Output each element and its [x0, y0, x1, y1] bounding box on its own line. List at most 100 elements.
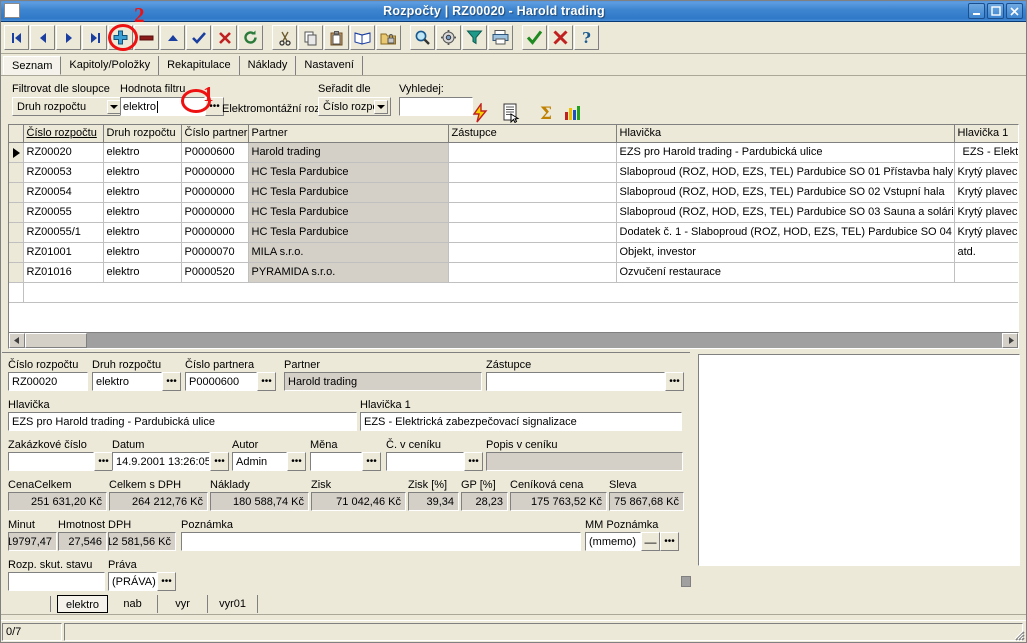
table-row[interactable]: RZ00055 elektro P0000000 HC Tesla Pardub… — [9, 202, 1018, 222]
input-mena[interactable] — [310, 452, 362, 471]
zakazkove-cislo-ellipsis-button[interactable]: ••• — [94, 452, 113, 471]
bottom-tab-vyr01[interactable]: vyr01 — [208, 595, 258, 613]
table-row[interactable]: RZ01016 elektro P0000520 PYRAMIDA s.r.o.… — [9, 262, 1018, 282]
post-edit-button[interactable] — [186, 25, 211, 50]
mm-poznamka-ellipsis-button[interactable]: ••• — [660, 532, 679, 551]
input-c-v-ceniku[interactable] — [386, 452, 464, 471]
input-zakazkove-cislo[interactable] — [8, 452, 94, 471]
input-zastupce[interactable] — [486, 372, 665, 391]
mm-poznamka-clear-button[interactable]: — — [641, 532, 660, 551]
autor-ellipsis-button[interactable]: ••• — [287, 452, 306, 471]
refresh-button[interactable] — [238, 25, 263, 50]
input-rozp-skut-stavu[interactable] — [8, 572, 105, 591]
prev-record-button[interactable] — [30, 25, 55, 50]
datum-ellipsis-button[interactable]: ••• — [210, 452, 229, 471]
filter-value-input[interactable]: elektro — [120, 97, 205, 116]
cancel-edit-button[interactable] — [212, 25, 237, 50]
tab-rekapitulace[interactable]: Rekapitulace — [159, 56, 240, 75]
prava-ellipsis-button[interactable]: ••• — [157, 572, 176, 591]
chevron-down-icon[interactable] — [107, 100, 121, 114]
paste-button[interactable] — [324, 25, 349, 50]
row-indicator-1[interactable] — [9, 162, 23, 182]
book-button[interactable] — [350, 25, 375, 50]
bottom-tab-nab[interactable]: nab — [108, 595, 158, 613]
tab-kapitoly-polozky[interactable]: Kapitoly/Položky — [61, 56, 159, 75]
input-cislo-partnera[interactable]: P0000600 — [185, 372, 257, 391]
grid-horizontal-scrollbar[interactable] — [8, 332, 1019, 349]
tab-seznam[interactable]: Seznam — [3, 56, 61, 75]
col-header-cislo-rozpoctu[interactable]: Číslo rozpočtu — [23, 125, 103, 142]
chart-icon-button[interactable] — [562, 103, 582, 126]
input-cislo-rozpoctu[interactable]: RZ00020 — [8, 372, 88, 391]
table-row[interactable]: RZ00054 elektro P0000000 HC Tesla Pardub… — [9, 182, 1018, 202]
row-indicator-0[interactable] — [9, 142, 23, 162]
input-druh-rozpoctu[interactable]: elektro — [92, 372, 162, 391]
chevron-down-icon-2[interactable] — [374, 100, 388, 114]
add-record-button[interactable] — [108, 25, 133, 50]
preview-scroll-handle[interactable] — [681, 576, 691, 587]
sum-icon-button[interactable]: Σ — [536, 103, 556, 126]
edit-record-button[interactable] — [160, 25, 185, 50]
lock-folder-button[interactable] — [376, 25, 401, 50]
input-hlavicka1[interactable]: EZS - Elektrická zabezpečovací signaliza… — [360, 412, 682, 431]
scroll-thumb[interactable] — [25, 333, 87, 348]
table-row[interactable]: RZ00055/1 elektro P0000000 HC Tesla Pard… — [9, 222, 1018, 242]
maximize-button[interactable] — [987, 3, 1004, 19]
minimize-button[interactable] — [968, 3, 985, 19]
tab-nastaveni[interactable]: Nastavení — [296, 56, 363, 75]
input-prava[interactable]: (PRÁVA) — [108, 572, 157, 591]
scroll-track[interactable] — [87, 333, 1002, 348]
table-row[interactable]: RZ00053 elektro P0000000 HC Tesla Pardub… — [9, 162, 1018, 182]
col-header-cislo-partnera[interactable]: Číslo partnera — [181, 125, 248, 142]
last-record-button[interactable] — [82, 25, 107, 50]
bottom-tab-vyr[interactable]: vyr — [158, 595, 208, 613]
settings-button[interactable] — [436, 25, 461, 50]
druh-rozpoctu-ellipsis-button[interactable]: ••• — [162, 372, 181, 391]
col-header-zastupce[interactable]: Zástupce — [448, 125, 616, 142]
row-indicator-5[interactable] — [9, 242, 23, 262]
row-indicator-2[interactable] — [9, 182, 23, 202]
input-datum[interactable]: 14.9.2001 13:26:05 — [112, 452, 210, 471]
input-mm-poznamka[interactable]: (mmemo) — [585, 532, 641, 551]
filter-column-combo[interactable]: Druh rozpočtu — [12, 97, 124, 116]
table-row[interactable]: RZ00020 elektro P0000600 Harold trading … — [9, 142, 1018, 162]
confirm-button[interactable] — [522, 25, 547, 50]
preview-panel[interactable] — [698, 354, 1020, 566]
tab-naklady[interactable]: Náklady — [240, 56, 297, 75]
filter-button[interactable] — [462, 25, 487, 50]
c-v-ceniku-ellipsis-button[interactable]: ••• — [464, 452, 483, 471]
lightning-icon-button[interactable] — [470, 103, 490, 126]
records-grid[interactable]: Číslo rozpočtu Druh rozpočtu Číslo partn… — [8, 124, 1019, 342]
close-button[interactable] — [1006, 3, 1023, 19]
resize-grip-icon[interactable] — [1011, 627, 1025, 641]
cut-button[interactable] — [272, 25, 297, 50]
report-icon-button[interactable] — [502, 103, 522, 126]
search-input[interactable] — [399, 97, 473, 116]
input-poznamka[interactable] — [181, 532, 581, 551]
table-row[interactable]: RZ01001 elektro P0000070 MILA s.r.o. Obj… — [9, 242, 1018, 262]
help-button[interactable]: ? — [574, 25, 599, 50]
col-header-partner[interactable]: Partner — [248, 125, 448, 142]
search-button[interactable] — [410, 25, 435, 50]
scroll-left-button[interactable] — [9, 333, 25, 348]
print-button[interactable] — [488, 25, 513, 50]
input-hlavicka[interactable]: EZS pro Harold trading - Pardubická ulic… — [8, 412, 357, 431]
abort-button[interactable] — [548, 25, 573, 50]
row-indicator-3[interactable] — [9, 202, 23, 222]
bottom-tab-elektro[interactable]: elektro — [57, 595, 108, 613]
col-header-druh-rozpoctu[interactable]: Druh rozpočtu — [103, 125, 181, 142]
copy-button[interactable] — [298, 25, 323, 50]
mena-ellipsis-button[interactable]: ••• — [362, 452, 381, 471]
delete-record-button[interactable] — [134, 25, 159, 50]
row-indicator-4[interactable] — [9, 222, 23, 242]
col-header-hlavicka1[interactable]: Hlavička 1 — [954, 125, 1018, 142]
sort-combo[interactable]: Číslo rozpo — [318, 97, 391, 116]
first-record-button[interactable] — [4, 25, 29, 50]
next-record-button[interactable] — [56, 25, 81, 50]
zastupce-ellipsis-button[interactable]: ••• — [665, 372, 684, 391]
cislo-partnera-ellipsis-button[interactable]: ••• — [257, 372, 276, 391]
scroll-right-button[interactable] — [1002, 333, 1018, 348]
row-indicator-6[interactable] — [9, 262, 23, 282]
input-autor[interactable]: Admin — [232, 452, 287, 471]
col-header-hlavicka[interactable]: Hlavička — [616, 125, 954, 142]
